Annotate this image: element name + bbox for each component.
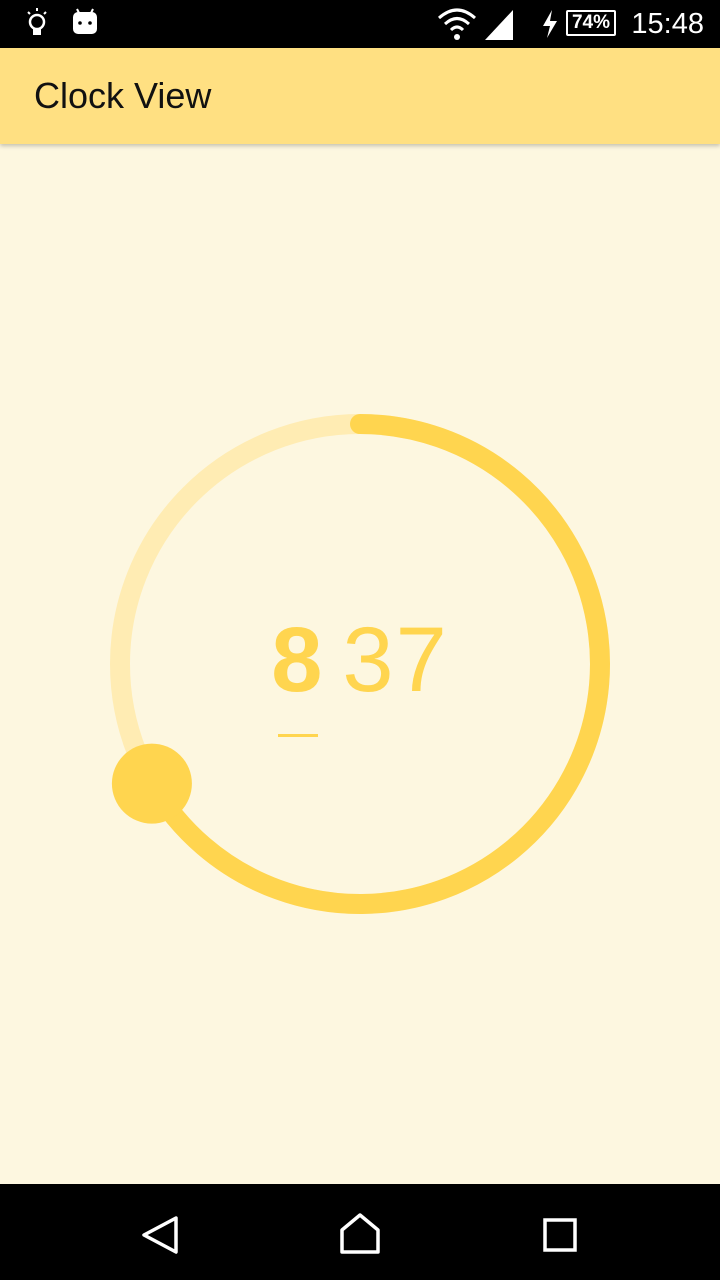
wifi-icon [438, 8, 476, 40]
home-icon[interactable] [320, 1184, 400, 1280]
status-time: 15:48 [631, 8, 704, 40]
battery-icon: 74% [566, 10, 616, 36]
status-bar: 74% 15:48 [0, 0, 720, 48]
hour-value[interactable]: 8 [271, 609, 322, 711]
app-title: Clock View [34, 75, 212, 116]
nav-bar [0, 1184, 720, 1280]
lightbulb-icon [27, 8, 47, 35]
clock-view: 8 37 [0, 144, 720, 1184]
android-icon [73, 8, 97, 34]
app-bar: Clock View [0, 48, 720, 144]
hour-selected-indicator [278, 734, 318, 737]
recents-icon[interactable] [520, 1184, 600, 1280]
minute-value[interactable]: 37 [342, 609, 448, 711]
dial-handle[interactable] [111, 743, 192, 824]
charging-bolt-icon [543, 10, 557, 38]
cell-signal-icon [485, 10, 513, 40]
time-readout: 8 37 [0, 610, 720, 710]
back-icon[interactable] [120, 1184, 200, 1280]
battery-percent: 74% [571, 12, 611, 33]
